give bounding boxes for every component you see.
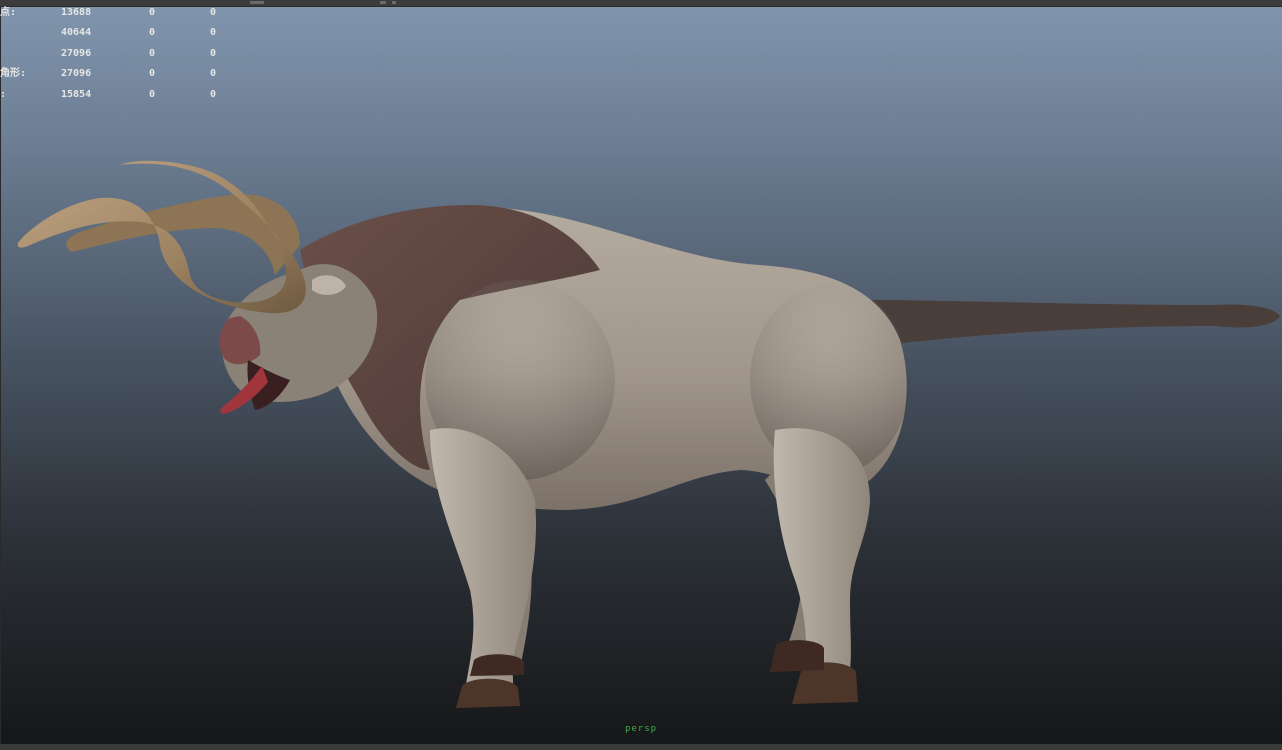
3d-viewport[interactable]: 点: 13688 0 0 40644 0 0 27096 0 0 角形: 270… xyxy=(0,0,1282,750)
far-hind-hoof xyxy=(770,640,824,672)
far-front-hoof xyxy=(470,654,524,676)
tail xyxy=(870,300,1280,345)
near-hind-leg xyxy=(773,428,870,670)
front-hoof xyxy=(456,678,520,708)
viewport-bottom-strip xyxy=(0,744,1282,750)
horned-bull-creature-icon[interactable] xyxy=(0,0,1282,750)
camera-name-label: persp xyxy=(624,724,658,734)
